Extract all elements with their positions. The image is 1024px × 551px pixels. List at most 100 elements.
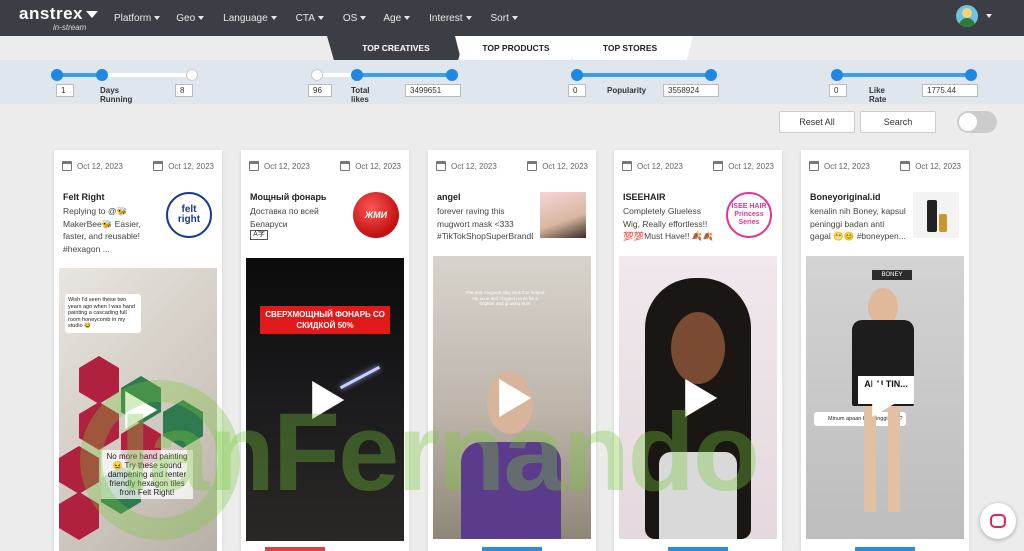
video-preview[interactable]: Wish I'd seen these two years ago when I…	[59, 268, 217, 551]
chevron-down-icon	[404, 16, 411, 20]
avatar-head	[962, 8, 972, 18]
first-seen-date: Oct 12, 2023	[622, 160, 683, 172]
advertiser-name[interactable]: Boneyoriginal.id	[810, 192, 881, 202]
slider-handle-max[interactable]	[446, 69, 458, 81]
ad-card[interactable]: Oct 12, 2023 Oct 12, 2023 angel forever …	[428, 150, 596, 551]
popularity-min-field[interactable]: 0	[568, 84, 586, 97]
filter-menu: Platform Geo Language CTA OS Age Interes…	[114, 0, 518, 36]
view-toggle[interactable]	[957, 111, 997, 133]
first-seen-date: Oct 12, 2023	[436, 160, 497, 172]
video-preview[interactable]: СВЕРХМОЩНЫЙ ФОНАРЬ СО СКИДКОЙ 50%	[246, 258, 404, 541]
card-action-bar[interactable]	[265, 547, 325, 551]
slider-handle-min[interactable]	[571, 69, 583, 81]
play-icon[interactable]	[872, 378, 905, 417]
chevron-down-icon	[270, 16, 277, 20]
play-icon[interactable]	[499, 378, 532, 417]
slider-fill	[357, 73, 452, 77]
card-dates: Oct 12, 2023 Oct 12, 2023	[622, 160, 774, 172]
reset-all-button[interactable]: Reset All	[779, 111, 855, 133]
storefront-sign: BONEY	[872, 270, 912, 280]
calendar-icon	[713, 161, 724, 171]
avatar[interactable]	[956, 5, 978, 27]
ad-card[interactable]: Oct 12, 2023 Oct 12, 2023 Boneyoriginal.…	[801, 150, 969, 551]
nav-os[interactable]: OS	[343, 13, 367, 24]
card-dates: Oct 12, 2023 Oct 12, 2023	[249, 160, 401, 172]
calendar-icon	[527, 161, 538, 171]
card-action-bar[interactable]	[668, 547, 728, 551]
ad-card[interactable]: Oct 12, 2023 Oct 12, 2023 Felt Right Rep…	[54, 150, 222, 551]
nav-language[interactable]: Language	[223, 13, 277, 24]
card-dates: Oct 12, 2023 Oct 12, 2023	[436, 160, 588, 172]
chevron-down-icon	[360, 16, 367, 20]
hexagon-tiles-image	[59, 356, 203, 540]
advertiser-name[interactable]: ISEEHAIR	[623, 192, 666, 202]
advertiser-logo: ISEE HAIR Princess Series	[726, 192, 772, 238]
tab-top-products[interactable]: TOP PRODUCTS	[455, 36, 577, 60]
calendar-icon	[340, 161, 351, 171]
chevron-down-icon	[198, 16, 205, 20]
ad-card[interactable]: Oct 12, 2023 Oct 12, 2023 ISEEHAIR Compl…	[614, 150, 782, 551]
card-action-bar[interactable]	[482, 547, 542, 551]
brand-logo[interactable]: anstrex in-stream	[19, 5, 98, 32]
likes-min-field[interactable]: 96	[308, 84, 332, 97]
avatar-body	[959, 18, 975, 27]
likerate-min-field[interactable]: 0	[829, 84, 847, 97]
slider-handle-max[interactable]	[96, 69, 108, 81]
ad-card[interactable]: Oct 12, 2023 Oct 12, 2023 Мощный фонарь …	[241, 150, 409, 551]
card-action-bar[interactable]	[855, 547, 915, 551]
nav-platform[interactable]: Platform	[114, 13, 161, 24]
slider-fill	[576, 73, 712, 77]
chat-bubble-icon	[990, 514, 1006, 528]
advertiser-name[interactable]: angel	[437, 192, 461, 202]
card-dates: Oct 12, 2023 Oct 12, 2023	[62, 160, 214, 172]
likes-max-field[interactable]: 3499651	[405, 84, 461, 97]
slider-handle-min[interactable]	[831, 69, 843, 81]
account-caret-icon[interactable]	[986, 14, 992, 18]
slider-fill	[836, 73, 972, 77]
first-seen-date: Oct 12, 2023	[809, 160, 870, 172]
advertiser-name[interactable]: Felt Right	[63, 192, 105, 202]
calendar-icon	[153, 161, 164, 171]
days-min-field[interactable]: 1	[56, 84, 74, 97]
chevron-down-icon	[511, 16, 518, 20]
video-caption: The only mugwort clay stick that helped …	[465, 290, 545, 306]
brand-subtitle: in-stream	[53, 23, 87, 32]
slider-label: Popularity	[607, 86, 647, 95]
video-preview[interactable]	[619, 256, 777, 539]
play-icon[interactable]	[312, 380, 345, 419]
nav-geo[interactable]: Geo	[176, 13, 205, 24]
slider-handle-max[interactable]	[965, 69, 977, 81]
nav-sort[interactable]: Sort	[491, 13, 518, 24]
days-max-field[interactable]: 8	[175, 84, 193, 97]
tab-top-creatives[interactable]: TOP CREATIVES	[327, 36, 465, 60]
slider-handle-min[interactable]	[351, 69, 363, 81]
last-seen-date: Oct 12, 2023	[527, 160, 588, 172]
chevron-down-icon	[317, 16, 324, 20]
advertiser-name[interactable]: Мощный фонарь	[250, 192, 326, 202]
play-icon[interactable]	[685, 378, 718, 417]
popularity-max-field[interactable]: 3558924	[663, 84, 719, 97]
slider-start	[311, 69, 323, 81]
nav-cta[interactable]: CTA	[296, 13, 324, 24]
translate-icon[interactable]: A字	[250, 230, 268, 240]
leg-right	[888, 406, 900, 512]
nav-age[interactable]: Age	[383, 13, 411, 24]
video-preview[interactable]: The only mugwort clay stick that helped …	[433, 256, 591, 539]
tab-top-stores[interactable]: TOP STORES	[567, 36, 693, 60]
slider-handle-max[interactable]	[705, 69, 717, 81]
product-thumbnail	[913, 192, 959, 238]
video-preview[interactable]: BONEY APU TIN... Minum apaan bisa tinggi…	[806, 256, 964, 539]
play-icon[interactable]	[125, 390, 158, 429]
top-navbar: anstrex in-stream Platform Geo Language …	[0, 0, 1024, 36]
likerate-max-field[interactable]: 1775.44	[922, 84, 978, 97]
search-button[interactable]: Search	[860, 111, 936, 133]
calendar-icon	[249, 161, 259, 171]
chat-widget-button[interactable]	[980, 503, 1016, 539]
logo-caret-icon	[85, 11, 98, 18]
ad-text: forever raving this mugwort mask <333 #T…	[437, 206, 533, 241]
first-seen-date: Oct 12, 2023	[62, 160, 123, 172]
nav-interest[interactable]: Interest	[429, 13, 472, 24]
slider-handle-min[interactable]	[51, 69, 63, 81]
first-seen-date: Oct 12, 2023	[249, 160, 310, 172]
calendar-icon	[900, 161, 911, 171]
